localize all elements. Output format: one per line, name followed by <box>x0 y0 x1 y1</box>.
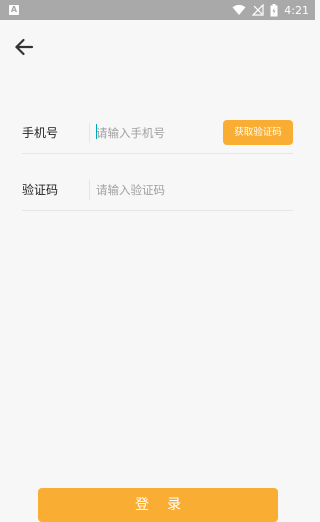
status-time: 4:21 <box>284 3 309 17</box>
phone-row: 手机号 获取验证码 <box>22 113 293 154</box>
phone-input[interactable] <box>96 123 216 143</box>
arrow-left-icon <box>15 38 34 56</box>
back-button[interactable] <box>12 36 36 58</box>
text-cursor <box>96 124 97 139</box>
code-row: 验证码 <box>22 170 293 211</box>
phone-divider <box>89 123 90 143</box>
code-divider <box>89 180 90 200</box>
get-code-button[interactable]: 获取验证码 <box>223 120 293 145</box>
code-label: 验证码 <box>22 183 59 197</box>
battery-icon <box>270 3 278 16</box>
signal-icon <box>252 4 264 16</box>
status-icons: 4:21 <box>232 0 309 20</box>
status-bar: A 4:21 <box>0 0 315 20</box>
login-button[interactable]: 登录 <box>38 488 278 522</box>
phone-label: 手机号 <box>22 126 59 140</box>
wifi-icon <box>232 4 246 15</box>
app-notification-icon: A <box>9 5 19 15</box>
code-input[interactable] <box>96 180 216 200</box>
